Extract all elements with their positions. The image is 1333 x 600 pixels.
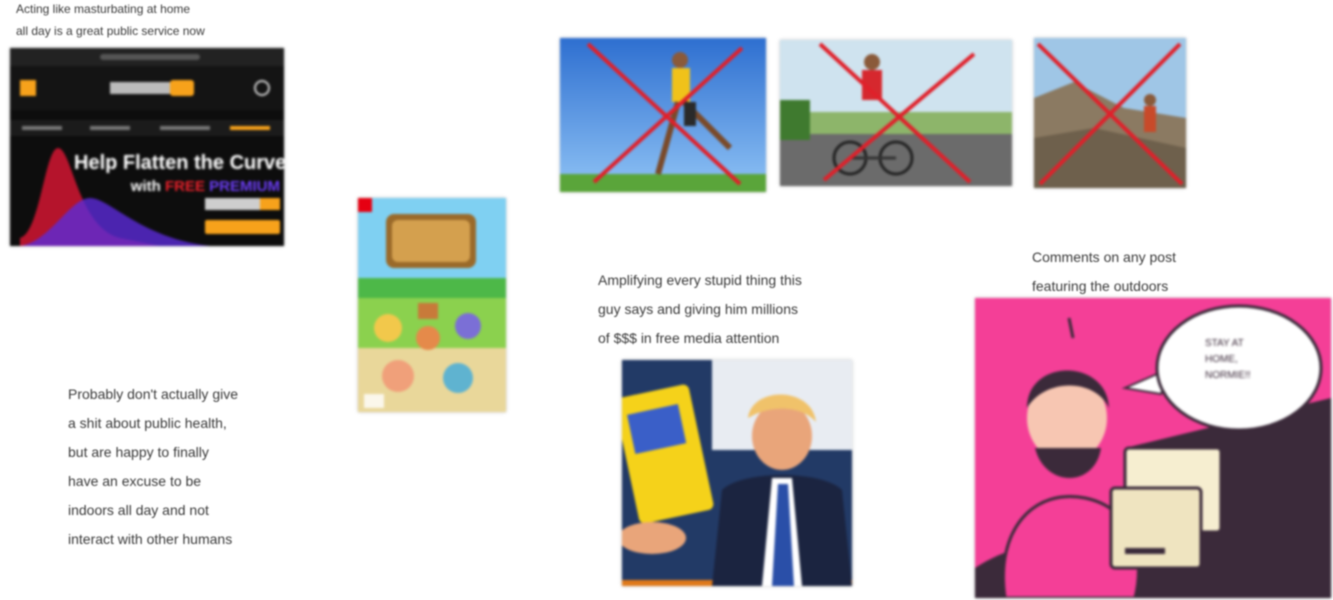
phone-sub-premium: PREMIUM <box>209 178 280 195</box>
runner-cross-icon <box>586 42 744 186</box>
hiker-cross-icon <box>1036 42 1184 186</box>
phone-headline: Help Flatten the Curve <box>74 152 284 174</box>
comic-image: STAY AT HOME, NORMIE!! <box>975 298 1331 598</box>
speech-bubble-text: STAY AT HOME, NORMIE!! <box>1205 338 1251 381</box>
caption-top-left: Acting like masturbating at home all day… <box>16 2 205 38</box>
phone-sub-prefix: with <box>130 178 161 195</box>
phone-screenshot-drawing <box>10 48 284 246</box>
menu-icon <box>20 80 36 96</box>
press-conference-photo <box>622 360 852 586</box>
phone-screenshot-image: Help Flatten the Curve with FREE PREMIUM <box>10 48 284 246</box>
phone-sub-free: FREE <box>164 178 205 195</box>
game-box-drawing <box>358 198 506 412</box>
phone-subheadline: with FREE PREMIUM <box>80 178 280 195</box>
game-box-image <box>358 198 506 412</box>
cyclist-image <box>780 40 1012 186</box>
press-conference-drawing <box>622 360 852 586</box>
caption-bottom-left: Probably don't actually give a shit abou… <box>68 386 238 547</box>
caption-middle: Amplifying every stupid thing this guy s… <box>598 272 802 346</box>
caption-right: Comments on any post featuring the outdo… <box>1032 249 1176 294</box>
runner-image <box>560 38 766 192</box>
hiker-image <box>1034 38 1186 188</box>
cyclist-cross-icon <box>818 42 976 184</box>
